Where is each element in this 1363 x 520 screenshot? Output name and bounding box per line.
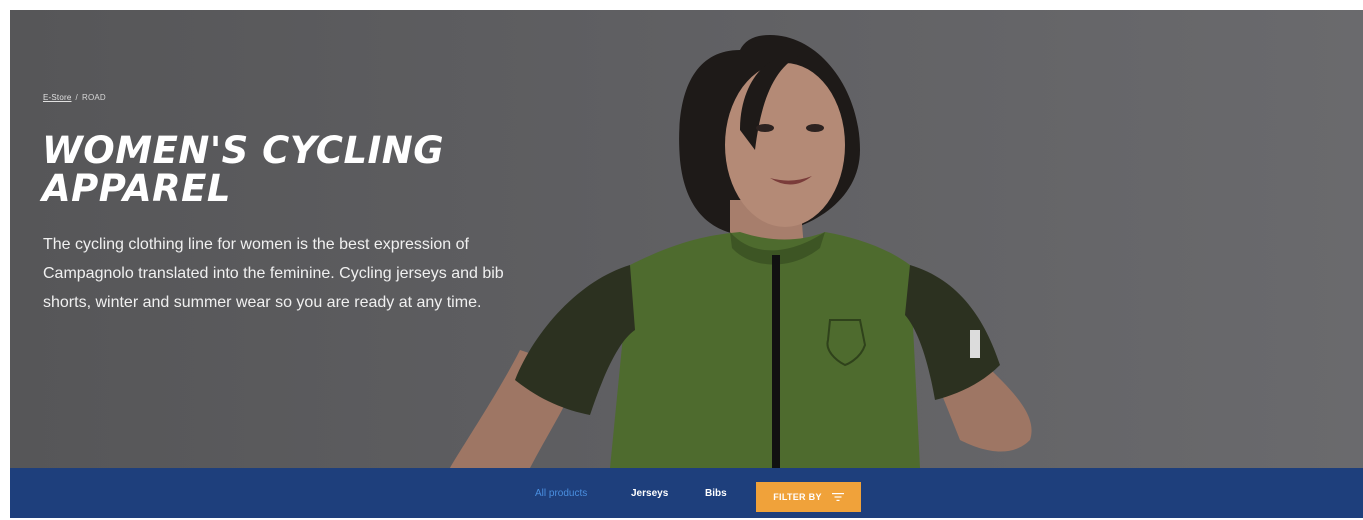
breadcrumb: E-Store / ROAD bbox=[43, 93, 106, 102]
breadcrumb-current: ROAD bbox=[81, 93, 106, 102]
tab-jerseys[interactable]: Jerseys bbox=[631, 468, 668, 518]
breadcrumb-separator: / bbox=[75, 93, 78, 102]
tab-bibs[interactable]: Bibs bbox=[705, 468, 727, 518]
breadcrumb-link-estore[interactable]: E-Store bbox=[43, 93, 72, 102]
page-title: WOMEN'S CYCLING APPAREL bbox=[42, 129, 445, 210]
filter-by-label: FILTER BY bbox=[773, 492, 822, 502]
category-nav-bar: All products Jerseys Bibs FILTER BY bbox=[10, 468, 1363, 518]
hero-model-image bbox=[450, 35, 1032, 468]
tab-all-products[interactable]: All products bbox=[535, 468, 587, 518]
filter-icon bbox=[831, 493, 844, 501]
filter-by-button[interactable]: FILTER BY bbox=[756, 482, 861, 512]
hero-banner: E-Store / ROAD WOMEN'S CYCLING APPAREL The… bbox=[10, 10, 1363, 468]
hero-description: The cycling clothing line for women is t… bbox=[43, 236, 504, 311]
